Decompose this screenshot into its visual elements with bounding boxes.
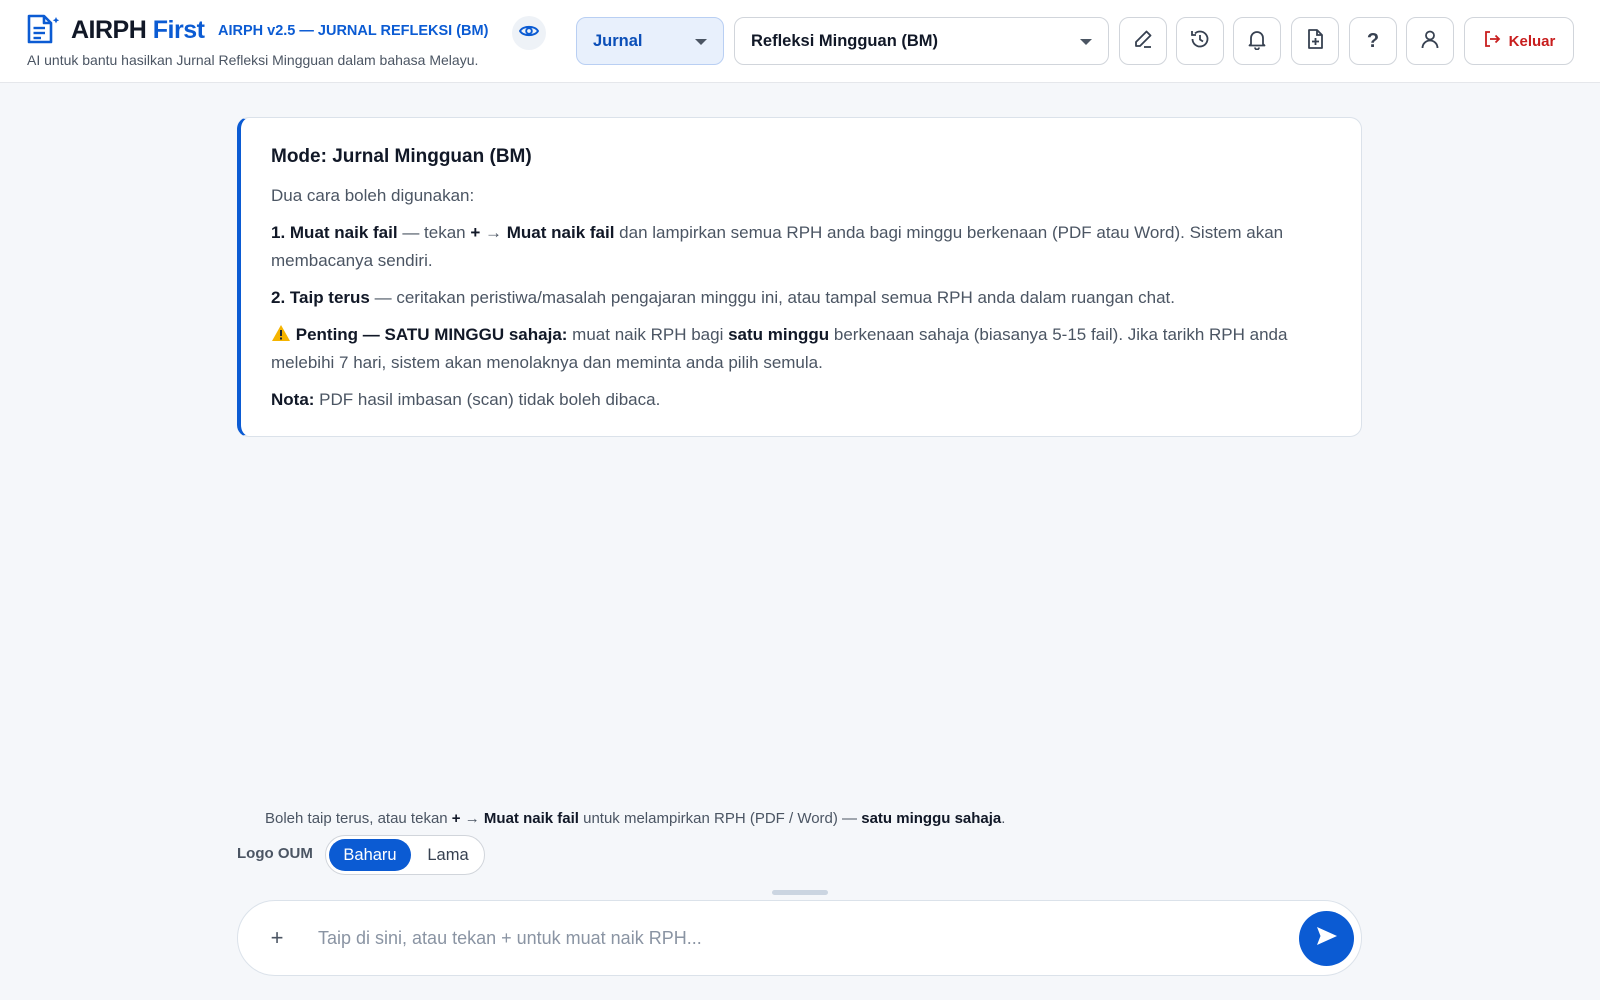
app-subtitle: AI untuk bantu hasilkan Jurnal Refleksi …	[27, 52, 479, 68]
card-title: Mode: Jurnal Mingguan (BM)	[271, 146, 532, 167]
mode-select[interactable]: Jurnal	[576, 17, 724, 65]
text: — tekan	[397, 223, 471, 242]
mode-select-value: Jurnal	[593, 31, 643, 50]
chat-input[interactable]	[318, 919, 1258, 957]
text: muat naik RPH bagi	[567, 325, 729, 344]
plus-symbol: +	[451, 810, 461, 827]
logo-toggle: Baharu Lama	[325, 835, 485, 875]
scan-note: Nota: PDF hasil imbasan (scan) tidak bol…	[271, 386, 1333, 414]
plus-icon: +	[270, 925, 284, 950]
logout-button[interactable]: Keluar	[1464, 17, 1574, 65]
chat-composer: +	[237, 900, 1362, 976]
method-type: 2. Taip terus — ceritakan peristiwa/masa…	[271, 284, 1333, 312]
help-button[interactable]: ?	[1349, 17, 1397, 65]
eye-icon	[518, 24, 540, 43]
logout-icon	[1483, 30, 1501, 52]
upload-action-text: Muat naik fail	[506, 223, 615, 242]
profile-button[interactable]	[1406, 17, 1454, 65]
preview-toggle-button[interactable]	[512, 16, 546, 50]
new-document-button[interactable]	[1291, 17, 1339, 65]
text: — ceritakan peristiwa/masalah pengajaran…	[369, 288, 1176, 307]
send-button[interactable]	[1299, 911, 1354, 966]
chevron-down-icon	[1080, 39, 1092, 45]
pencil-icon	[1132, 28, 1154, 55]
arrow-icon: →	[460, 810, 484, 827]
brand-main: AIRPH	[71, 16, 147, 44]
logo-option-lama[interactable]: Lama	[414, 839, 482, 871]
upload-action-text: Muat naik fail	[483, 810, 579, 827]
bell-icon	[1246, 28, 1268, 55]
top-bar: AIRPH First AIRPH v2.5 — JURNAL REFLEKSI…	[0, 0, 1600, 83]
template-select[interactable]: Refleksi Mingguan (BM)	[734, 17, 1109, 65]
text: untuk melampirkan RPH (PDF / Word) —	[578, 810, 862, 827]
text: .	[1001, 810, 1006, 827]
history-button[interactable]	[1176, 17, 1224, 65]
brand-accent: First	[152, 16, 205, 44]
send-icon	[1316, 926, 1338, 951]
help-icon: ?	[1366, 29, 1380, 52]
version-label: AIRPH v2.5 — JURNAL REFLEKSI (BM)	[218, 23, 489, 39]
file-plus-icon	[1304, 28, 1326, 55]
logo-toggle-label: Logo OUM	[237, 845, 313, 862]
logout-label: Keluar	[1508, 32, 1556, 50]
warning-head: Penting — SATU MINGGU sahaja:	[295, 325, 568, 344]
template-select-value: Refleksi Mingguan (BM)	[751, 31, 939, 50]
notifications-button[interactable]	[1233, 17, 1281, 65]
note-head: Nota:	[271, 390, 315, 409]
plus-symbol: +	[470, 223, 481, 242]
composer-hint: Boleh taip terus, atau tekan + → Muat na…	[265, 810, 1005, 827]
arrow-icon: →	[480, 223, 507, 242]
chevron-down-icon	[695, 39, 707, 45]
warning-note: Penting — SATU MINGGU sahaja: muat naik …	[271, 321, 1333, 377]
history-icon	[1189, 28, 1211, 55]
card-intro: Dua cara boleh digunakan:	[271, 186, 475, 205]
warning-icon	[271, 323, 291, 341]
method-type-head: 2. Taip terus	[271, 288, 370, 307]
attach-button[interactable]: +	[258, 919, 296, 957]
text: PDF hasil imbasan (scan) tidak boleh dib…	[314, 390, 661, 409]
edit-button[interactable]	[1119, 17, 1167, 65]
mode-info-card: Mode: Jurnal Mingguan (BM) Dua cara bole…	[237, 117, 1362, 437]
emphasis: satu minggu	[728, 325, 830, 344]
brand-name: AIRPH First	[71, 16, 205, 45]
document-sparkle-icon	[26, 14, 60, 44]
logo-option-baharu[interactable]: Baharu	[329, 839, 411, 871]
user-icon	[1419, 28, 1441, 55]
emphasis: satu minggu sahaja	[861, 810, 1002, 827]
resize-handle[interactable]	[772, 890, 828, 895]
method-upload-head: 1. Muat naik fail	[271, 223, 398, 242]
text: Boleh taip terus, atau tekan	[265, 810, 452, 827]
method-upload: 1. Muat naik fail — tekan + → Muat naik …	[271, 219, 1333, 275]
